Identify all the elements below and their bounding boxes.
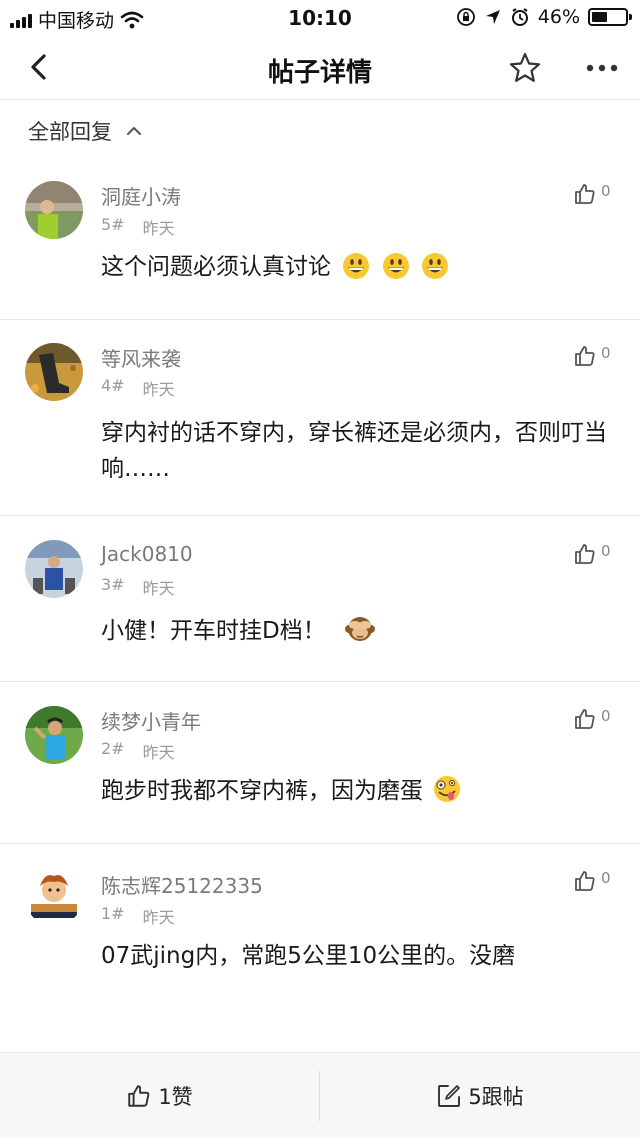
user-avatar[interactable] <box>25 343 83 401</box>
reply-item: 洞庭小涛 5# 昨天 这个问题必须认真讨论 0 <box>0 160 640 320</box>
reply-floor: 2# <box>101 739 125 758</box>
reply-content: 07武jing内，常跑5公里10公里的。没磨 <box>101 943 516 969</box>
reply-text: 跑步时我都不穿内裤，因为磨蛋 <box>101 778 423 804</box>
reply-time: 昨天 <box>142 380 175 399</box>
like-button[interactable]: 0 <box>573 707 611 731</box>
like-button[interactable]: 0 <box>573 344 611 368</box>
user-avatar[interactable] <box>25 540 83 598</box>
thumbs-up-icon <box>575 871 595 891</box>
replies-header[interactable]: 全部回复 <box>28 116 142 146</box>
page-title: 帖子详情 <box>267 58 372 88</box>
reply-time: 昨天 <box>142 908 175 927</box>
battery-icon <box>588 8 632 26</box>
reply-time: 昨天 <box>142 743 175 762</box>
thumbs-up-icon <box>575 184 595 204</box>
alarm-icon <box>511 8 528 26</box>
reply-content: 小健！开车时挂D档！ <box>101 613 611 649</box>
bottom-action-bar: 1赞 5跟帖 <box>0 1052 640 1138</box>
like-count: 0 <box>601 707 611 725</box>
rotation-lock-icon <box>456 8 475 26</box>
user-avatar[interactable] <box>25 181 83 239</box>
reply-floor: 1# <box>101 904 125 923</box>
reply-text: 这个问题必须认真讨论 <box>101 254 331 280</box>
reply-time: 昨天 <box>142 579 175 598</box>
status-bar: 中国移动 10:10 46% <box>0 0 640 36</box>
reply-username[interactable]: 陈志辉25122335 <box>101 870 263 899</box>
user-avatar[interactable] <box>25 868 83 926</box>
more-icon[interactable] <box>582 51 622 85</box>
like-post-label: 1赞 <box>158 1085 193 1109</box>
reply-post-button[interactable]: 5跟帖 <box>320 1053 640 1138</box>
reply-post-label: 5跟帖 <box>468 1085 524 1109</box>
location-arrow-icon <box>485 10 500 24</box>
like-count: 0 <box>601 182 611 200</box>
zany-face-icon <box>434 776 461 802</box>
reply-floor: 3# <box>101 575 125 594</box>
reply-item: Jack0810 3# 昨天 小健！开车时挂D档！ 0 <box>0 516 640 682</box>
grinning-emoji-icon <box>421 253 448 279</box>
like-post-button[interactable]: 1赞 <box>0 1053 319 1138</box>
reply-item: 等风来袭 4# 昨天 穿内衬的话不穿内，穿长裤还是必须内，否则叮当响…… 0 <box>0 320 640 516</box>
reply-username[interactable]: 续梦小青年 <box>101 706 201 735</box>
star-icon[interactable] <box>508 51 542 85</box>
chevron-up-icon <box>127 126 141 135</box>
reply-content: 穿内衬的话不穿内，穿长裤还是必须内，否则叮当响…… <box>101 420 607 482</box>
reply-time: 昨天 <box>142 219 175 238</box>
thumbs-up-icon <box>575 544 595 564</box>
reply-floor: 5# <box>101 215 125 234</box>
all-replies-label: 全部回复 <box>28 120 112 144</box>
like-button[interactable]: 0 <box>573 542 611 566</box>
reply-text: 小健！开车时挂D档！ <box>101 618 326 644</box>
like-count: 0 <box>601 344 611 362</box>
reply-username[interactable]: 洞庭小涛 <box>101 181 181 210</box>
thumbs-up-icon <box>575 709 595 729</box>
user-avatar[interactable] <box>25 706 83 764</box>
thumbs-up-icon <box>128 1085 150 1107</box>
like-count: 0 <box>601 542 611 560</box>
reply-content: 跑步时我都不穿内裤，因为磨蛋 <box>101 773 611 809</box>
see-no-evil-monkey-icon <box>345 617 376 641</box>
reply-username[interactable]: Jack0810 <box>101 542 193 566</box>
reply-username[interactable]: 等风来袭 <box>101 343 181 372</box>
battery-percent: 46% <box>537 6 580 28</box>
thumbs-up-icon <box>575 346 595 366</box>
like-button[interactable]: 0 <box>573 182 611 206</box>
like-button[interactable]: 0 <box>573 869 611 893</box>
reply-content: 这个问题必须认真讨论 <box>101 249 611 285</box>
like-count: 0 <box>601 869 611 887</box>
nav-bar: 帖子详情 <box>0 36 640 100</box>
reply-item: 续梦小青年 2# 昨天 跑步时我都不穿内裤，因为磨蛋 0 <box>0 682 640 844</box>
edit-icon <box>438 1085 461 1107</box>
grinning-emoji-icon <box>343 253 370 279</box>
reply-floor: 4# <box>101 376 125 395</box>
grinning-emoji-icon <box>382 253 409 279</box>
reply-item: 陈志辉25122335 1# 昨天 07武jing内，常跑5公里10公里的。没磨… <box>0 844 640 1044</box>
